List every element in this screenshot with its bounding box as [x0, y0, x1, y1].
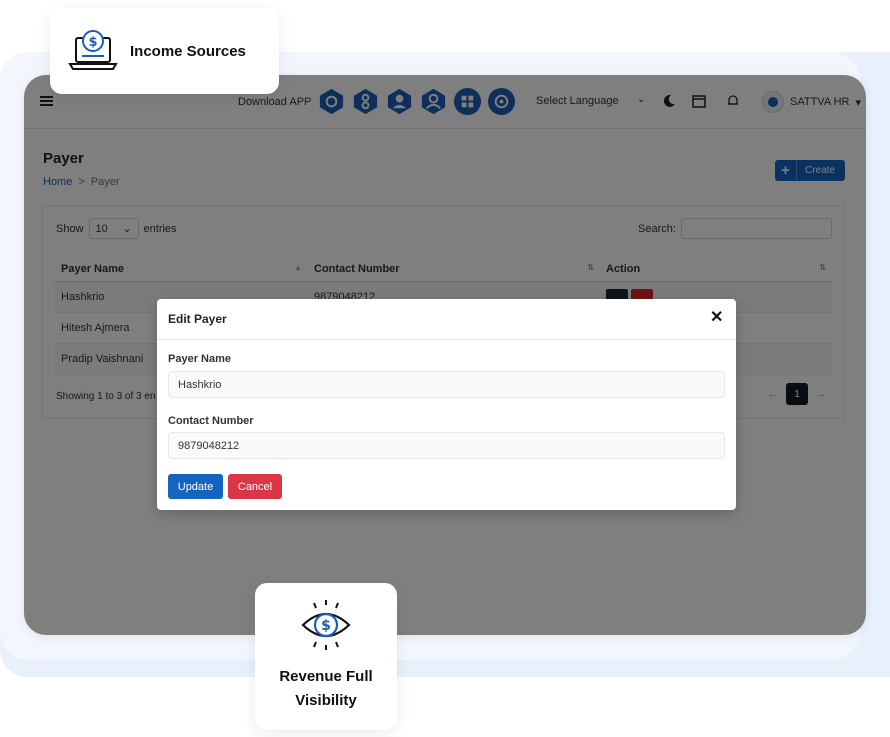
modal-header: Edit Payer ✕ [157, 299, 736, 340]
income-sources-label: Income Sources [130, 42, 246, 60]
contact-number-label: Contact Number [168, 415, 254, 427]
revenue-visibility-callout: $ Revenue Full Visibility [255, 583, 397, 730]
income-sources-callout: $ Income Sources [50, 8, 279, 94]
modal-title: Edit Payer [168, 312, 227, 326]
revenue-label-line2: Visibility [295, 692, 357, 709]
eye-dollar-icon: $ [301, 600, 351, 650]
stage: Download APP [0, 0, 890, 737]
contact-number-input[interactable]: 9879048212 [168, 432, 725, 459]
revenue-label-line1: Revenue Full [279, 668, 373, 685]
update-button[interactable]: Update [168, 474, 223, 499]
svg-text:$: $ [88, 35, 97, 50]
revenue-visibility-label: Revenue Full Visibility [255, 665, 397, 713]
laptop-dollar-icon: $ [68, 30, 118, 70]
payer-name-input[interactable]: Hashkrio [168, 371, 725, 398]
close-icon[interactable]: ✕ [710, 310, 723, 326]
payer-name-label: Payer Name [168, 353, 231, 365]
cancel-button[interactable]: Cancel [228, 474, 282, 499]
svg-text:$: $ [321, 618, 331, 634]
edit-payer-modal: Edit Payer ✕ Payer Name Hashkrio Contact… [157, 299, 736, 510]
